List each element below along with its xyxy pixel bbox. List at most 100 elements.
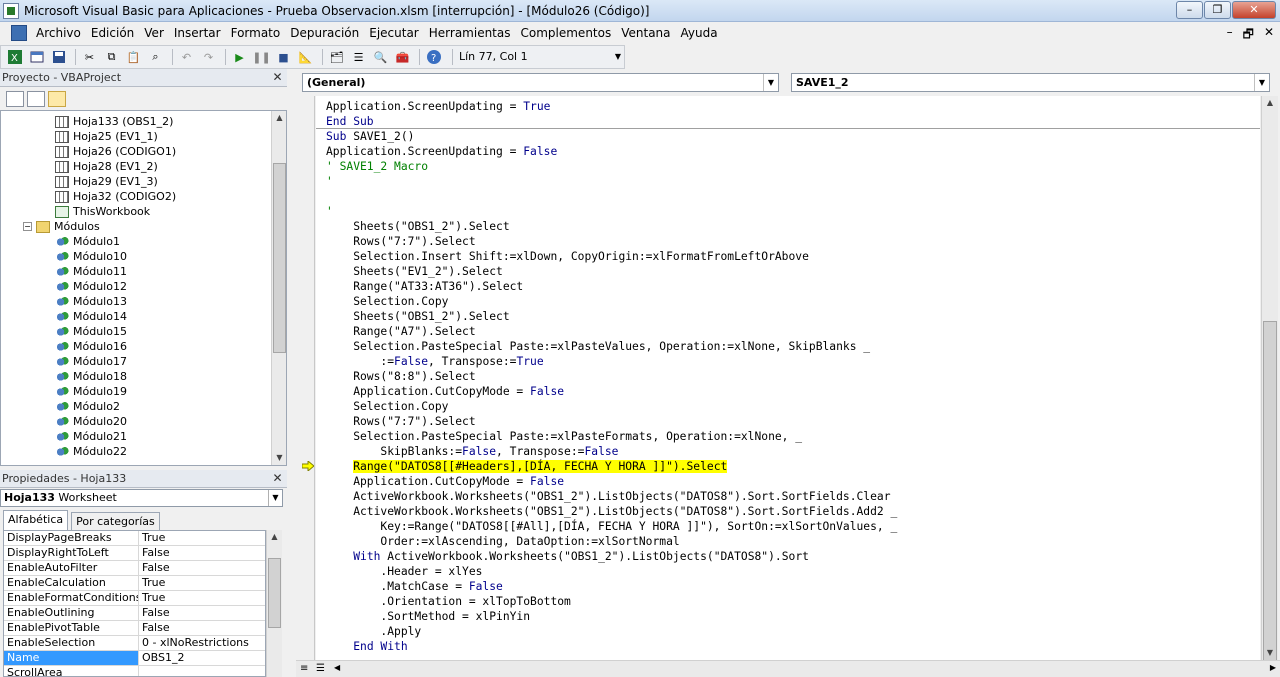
property-row[interactable]: ScrollArea — [4, 666, 265, 676]
property-value[interactable]: False — [139, 621, 265, 635]
code-line[interactable]: ' — [326, 174, 333, 189]
code-line[interactable]: End Sub — [326, 114, 374, 129]
help-icon[interactable]: ? — [424, 48, 443, 66]
project-explorer-icon[interactable]: 🗂 — [327, 48, 346, 66]
code-line[interactable]: Range("A7").Select — [326, 324, 475, 339]
code-line[interactable]: Selection.Insert Shift:=xlDown, CopyOrig… — [326, 249, 809, 264]
tree-item[interactable]: Módulo12 — [55, 279, 127, 294]
menu-archivo[interactable]: Archivo — [31, 26, 86, 40]
tree-item[interactable]: Módulo21 — [55, 429, 127, 444]
code-line[interactable]: Sheets("OBS1_2").Select — [326, 219, 509, 234]
tree-item[interactable]: Hoja26 (CODIGO1) — [55, 144, 176, 159]
object-combo[interactable]: (General) ▼ — [302, 73, 779, 92]
code-line[interactable]: Rows("7:7").Select — [326, 414, 475, 429]
procedure-combo[interactable]: SAVE1_2 ▼ — [791, 73, 1270, 92]
scroll-thumb[interactable] — [268, 558, 281, 628]
tree-item[interactable]: Módulo15 — [55, 324, 127, 339]
code-line[interactable]: Selection.Copy — [326, 294, 448, 309]
tree-item[interactable]: Módulo19 — [55, 384, 127, 399]
design-mode-icon[interactable]: 📐 — [296, 48, 315, 66]
run-icon[interactable]: ▶ — [230, 48, 249, 66]
restore-button[interactable]: ❐ — [1204, 1, 1231, 19]
property-row[interactable]: DisplayRightToLeft False — [4, 546, 265, 561]
collapse-icon[interactable]: − — [23, 222, 32, 231]
mdi-close-icon[interactable]: ✕ — [1264, 25, 1274, 46]
reset-icon[interactable]: ■ — [274, 48, 293, 66]
code-line[interactable]: :=False, Transpose:=True — [326, 354, 543, 369]
view-object-icon[interactable] — [27, 91, 45, 107]
menu-herramientas[interactable]: Herramientas — [424, 26, 516, 40]
scroll-left-icon[interactable]: ◀ — [334, 663, 340, 672]
tree-item[interactable]: Módulo13 — [55, 294, 127, 309]
property-value[interactable]: True — [139, 531, 265, 545]
chevron-down-icon[interactable]: ▼ — [763, 74, 778, 91]
pause-icon[interactable]: ❚❚ — [252, 48, 271, 66]
code-line[interactable]: Sheets("OBS1_2").Select — [326, 309, 509, 324]
code-line[interactable]: Application.CutCopyMode = False — [326, 474, 564, 489]
close-project-pane-icon[interactable]: ✕ — [271, 71, 284, 84]
property-value[interactable]: True — [139, 591, 265, 605]
property-value[interactable]: False — [139, 561, 265, 575]
code-margin[interactable] — [296, 96, 315, 660]
toolbar-options-icon[interactable]: ▼ — [615, 52, 621, 61]
code-editor[interactable]: Application.ScreenUpdating = True End Sub… — [316, 96, 1260, 660]
property-row[interactable]: EnableFormatConditionsCalculationTrue — [4, 591, 265, 606]
code-line[interactable]: Order:=xlAscending, DataOption:=xlSortNo… — [326, 534, 679, 549]
tree-item[interactable]: Hoja29 (EV1_3) — [55, 174, 158, 189]
excel-view-icon[interactable]: X — [5, 48, 24, 66]
procedure-view-icon[interactable]: ≡ — [300, 663, 308, 674]
tree-item[interactable]: Módulo14 — [55, 309, 127, 324]
tree-item[interactable]: Módulo10 — [55, 249, 127, 264]
code-line[interactable]: Application.ScreenUpdating = True — [326, 99, 550, 114]
tree-item[interactable]: Hoja28 (EV1_2) — [55, 159, 158, 174]
code-line[interactable]: Range("AT33:AT36").Select — [326, 279, 523, 294]
code-vertical-scrollbar[interactable]: ▲ ▼ — [1261, 96, 1278, 661]
property-value[interactable]: OBS1_2 — [139, 651, 265, 665]
tree-item[interactable]: ThisWorkbook — [55, 204, 150, 219]
scroll-right-icon[interactable]: ▶ — [1270, 663, 1276, 672]
scroll-up-icon[interactable]: ▲ — [1262, 96, 1278, 110]
toolbox-icon[interactable]: 🧰 — [393, 48, 412, 66]
property-row[interactable]: DisplayPageBreaks True — [4, 531, 265, 546]
tree-item[interactable]: Módulo20 — [55, 414, 127, 429]
code-line[interactable]: Range("DATOS8[[#Headers],[DÍA, FECHA Y H… — [326, 459, 728, 474]
code-window-icon[interactable] — [11, 25, 27, 41]
code-line[interactable]: .Apply — [326, 624, 421, 639]
property-row[interactable]: EnablePivotTable False — [4, 621, 265, 636]
code-line[interactable]: Selection.PasteSpecial Paste:=xlPasteFor… — [326, 429, 802, 444]
menu-depuracion[interactable]: Depuración — [285, 26, 364, 40]
properties-window-icon[interactable]: ☰ — [349, 48, 368, 66]
tree-item[interactable]: Hoja133 (OBS1_2) — [55, 114, 173, 129]
cut-icon[interactable]: ✂ — [80, 48, 99, 66]
scroll-up-icon[interactable]: ▲ — [267, 530, 282, 544]
code-line[interactable]: Application.ScreenUpdating = False — [326, 144, 557, 159]
menu-ver[interactable]: Ver — [139, 26, 169, 40]
paste-icon[interactable]: 📋 — [124, 48, 143, 66]
mdi-minimize-icon[interactable]: – — [1227, 25, 1233, 46]
property-value[interactable] — [139, 666, 265, 676]
code-line[interactable]: ' — [326, 204, 333, 219]
object-selector[interactable]: Hoja133 Worksheet ▼ — [0, 489, 283, 507]
menu-formato[interactable]: Formato — [226, 26, 286, 40]
toggle-folders-icon[interactable] — [48, 91, 66, 107]
property-row[interactable]: EnableAutoFilter False — [4, 561, 265, 576]
code-line[interactable]: .SortMethod = xlPinYin — [326, 609, 530, 624]
code-line[interactable]: Application.CutCopyMode = False — [326, 384, 564, 399]
find-icon[interactable]: ⌕ — [146, 48, 165, 66]
property-value[interactable]: False — [139, 546, 265, 560]
undo-icon[interactable]: ↶ — [177, 48, 196, 66]
menu-ventana[interactable]: Ventana — [616, 26, 675, 40]
property-value[interactable]: False — [139, 606, 265, 620]
code-line[interactable]: SkipBlanks:=False, Transpose:=False — [326, 444, 618, 459]
close-properties-pane-icon[interactable]: ✕ — [271, 472, 284, 485]
property-row[interactable]: EnableSelection 0 - xlNoRestrictions — [4, 636, 265, 651]
property-value[interactable]: True — [139, 576, 265, 590]
code-line[interactable]: Sheets("EV1_2").Select — [326, 264, 503, 279]
code-line[interactable]: Key:=Range("DATOS8[[#All],[DÍA, FECHA Y … — [326, 519, 897, 534]
copy-icon[interactable]: ⧉ — [102, 48, 121, 66]
mdi-restore-icon[interactable]: 🗗 — [1243, 25, 1254, 46]
tree-item[interactable]: Módulo2 — [55, 399, 120, 414]
scroll-down-icon[interactable]: ▼ — [272, 451, 286, 465]
code-line[interactable]: .MatchCase = False — [326, 579, 502, 594]
code-line[interactable]: End With — [326, 639, 407, 654]
